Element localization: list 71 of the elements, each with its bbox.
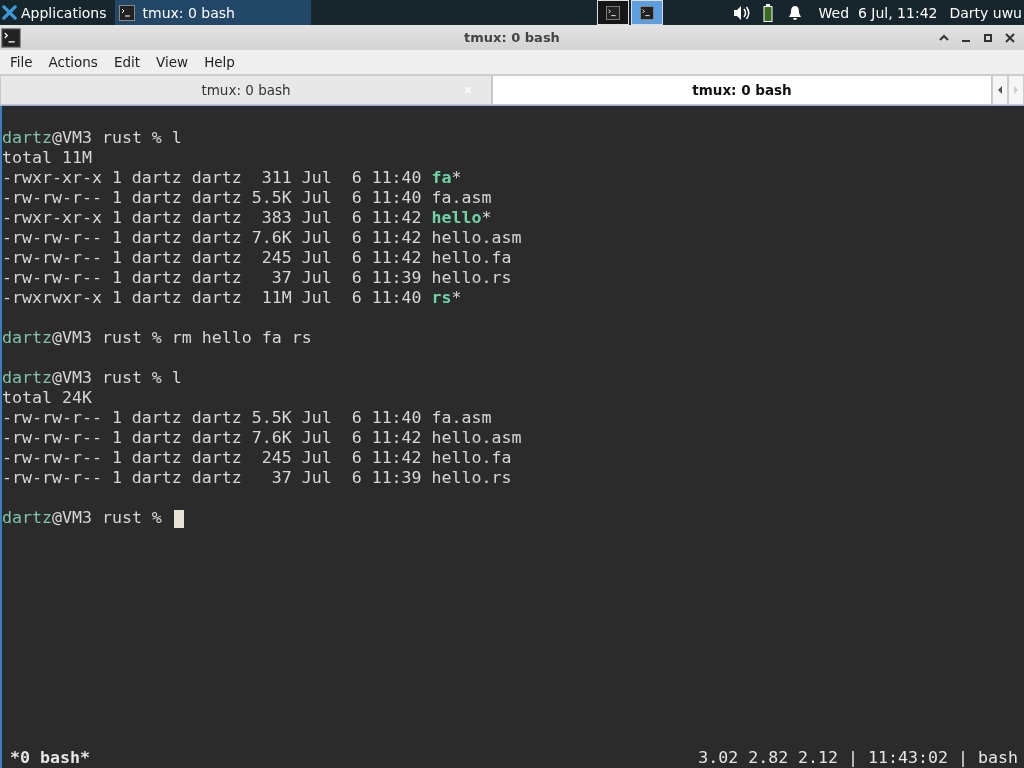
file-details: -rw-rw-r-- 1 dartz dartz 5.5K Jul 6 11:40: [2, 408, 423, 427]
output-text: total 11M: [2, 148, 92, 167]
prompt-user: dartz: [2, 508, 52, 527]
prompt-user: dartz: [2, 128, 52, 147]
file-details: -rwxr-xr-x 1 dartz dartz 383 Jul 6 11:42: [2, 208, 423, 227]
user-name[interactable]: Darty uwu: [949, 4, 1022, 21]
file-name: hello.rs: [431, 468, 512, 487]
separator: |: [958, 747, 969, 767]
prompt-text: @VM3 rust %: [51, 508, 163, 527]
menu-item[interactable]: View: [148, 54, 197, 70]
prompt-user: dartz: [2, 368, 52, 387]
file-type-mark: *: [451, 168, 462, 187]
tab[interactable]: tmux: 0 bash: [492, 75, 992, 105]
file-details: -rwxrwxr-x 1 dartz dartz 11M Jul 6 11:40: [2, 288, 423, 307]
status-time: 11:43:02: [868, 747, 949, 767]
file-name: fa.asm: [431, 188, 492, 207]
prompt-text: @VM3 rust %: [51, 328, 163, 347]
file-details: -rw-rw-r-- 1 dartz dartz 37 Jul 6 11:39: [2, 468, 423, 487]
file-details: -rw-rw-r-- 1 dartz dartz 7.6K Jul 6 11:42: [2, 228, 423, 247]
speaker-icon[interactable]: [732, 4, 751, 21]
file-name: hello.asm: [431, 428, 522, 447]
output-text: total 24K: [2, 388, 92, 407]
menu-item[interactable]: Actions: [40, 54, 106, 70]
menu-item[interactable]: Help: [196, 54, 243, 70]
clock[interactable]: Wed 6 Jul, 11:42: [818, 4, 938, 21]
terminal-icon: [605, 5, 620, 20]
file-name: rs: [431, 288, 452, 307]
tmux-window-list: *0 bash*: [10, 747, 90, 767]
prompt-user: dartz: [2, 328, 52, 347]
prompt-text: @VM3 rust %: [51, 128, 163, 147]
file-details: -rw-rw-r-- 1 dartz dartz 245 Jul 6 11:42: [2, 248, 423, 267]
file-name: hello.asm: [431, 228, 522, 247]
workspace-button[interactable]: [630, 0, 663, 25]
file-name: fa: [431, 168, 452, 187]
file-type-mark: *: [451, 288, 462, 307]
file-details: -rw-rw-r-- 1 dartz dartz 245 Jul 6 11:42: [2, 448, 423, 467]
terminal-icon: [118, 4, 135, 21]
host-name: bash: [978, 747, 1018, 767]
file-name: hello.rs: [431, 268, 512, 287]
load-average: 3.02 2.82 2.12: [698, 747, 839, 767]
file-name: hello.fa: [431, 248, 512, 267]
file-details: -rw-rw-r-- 1 dartz dartz 5.5K Jul 6 11:40: [2, 188, 423, 207]
applications-menu[interactable]: Applications: [0, 0, 115, 25]
caret-left-icon: [997, 85, 1003, 95]
command-text: rm hello fa rs: [171, 328, 312, 347]
tab-scroll-left-button[interactable]: [992, 75, 1008, 105]
menu-item[interactable]: Edit: [105, 54, 149, 70]
file-name: hello.fa: [431, 448, 512, 467]
bell-icon[interactable]: [786, 4, 803, 21]
taskbar-button[interactable]: tmux: 0 bash: [114, 0, 311, 25]
separator: |: [848, 747, 859, 767]
file-details: -rw-rw-r-- 1 dartz dartz 7.6K Jul 6 11:42: [2, 428, 423, 447]
maximize-icon[interactable]: [982, 31, 994, 44]
tab[interactable]: tmux: 0 bash: [0, 75, 492, 105]
file-name: fa.asm: [431, 408, 492, 427]
window-title: tmux: 0 bash: [464, 30, 560, 45]
file-name: hello: [431, 208, 482, 227]
file-details: -rw-rw-r-- 1 dartz dartz 37 Jul 6 11:39: [2, 268, 423, 287]
caret-right-icon: [1013, 85, 1019, 95]
terminal-icon: [1, 27, 21, 48]
file-type-mark: *: [481, 208, 492, 227]
battery-icon[interactable]: [762, 3, 773, 22]
terminal-icon: [639, 5, 654, 20]
x-logo-icon: [2, 5, 17, 20]
file-details: -rwxr-xr-x 1 dartz dartz 311 Jul 6 11:40: [2, 168, 423, 187]
close-icon[interactable]: [1004, 31, 1016, 44]
command-text: l: [171, 368, 182, 387]
command-text: l: [171, 128, 182, 147]
prompt-text: @VM3 rust %: [51, 368, 163, 387]
menu-item[interactable]: File: [2, 54, 41, 70]
workspace-button[interactable]: [596, 0, 629, 25]
